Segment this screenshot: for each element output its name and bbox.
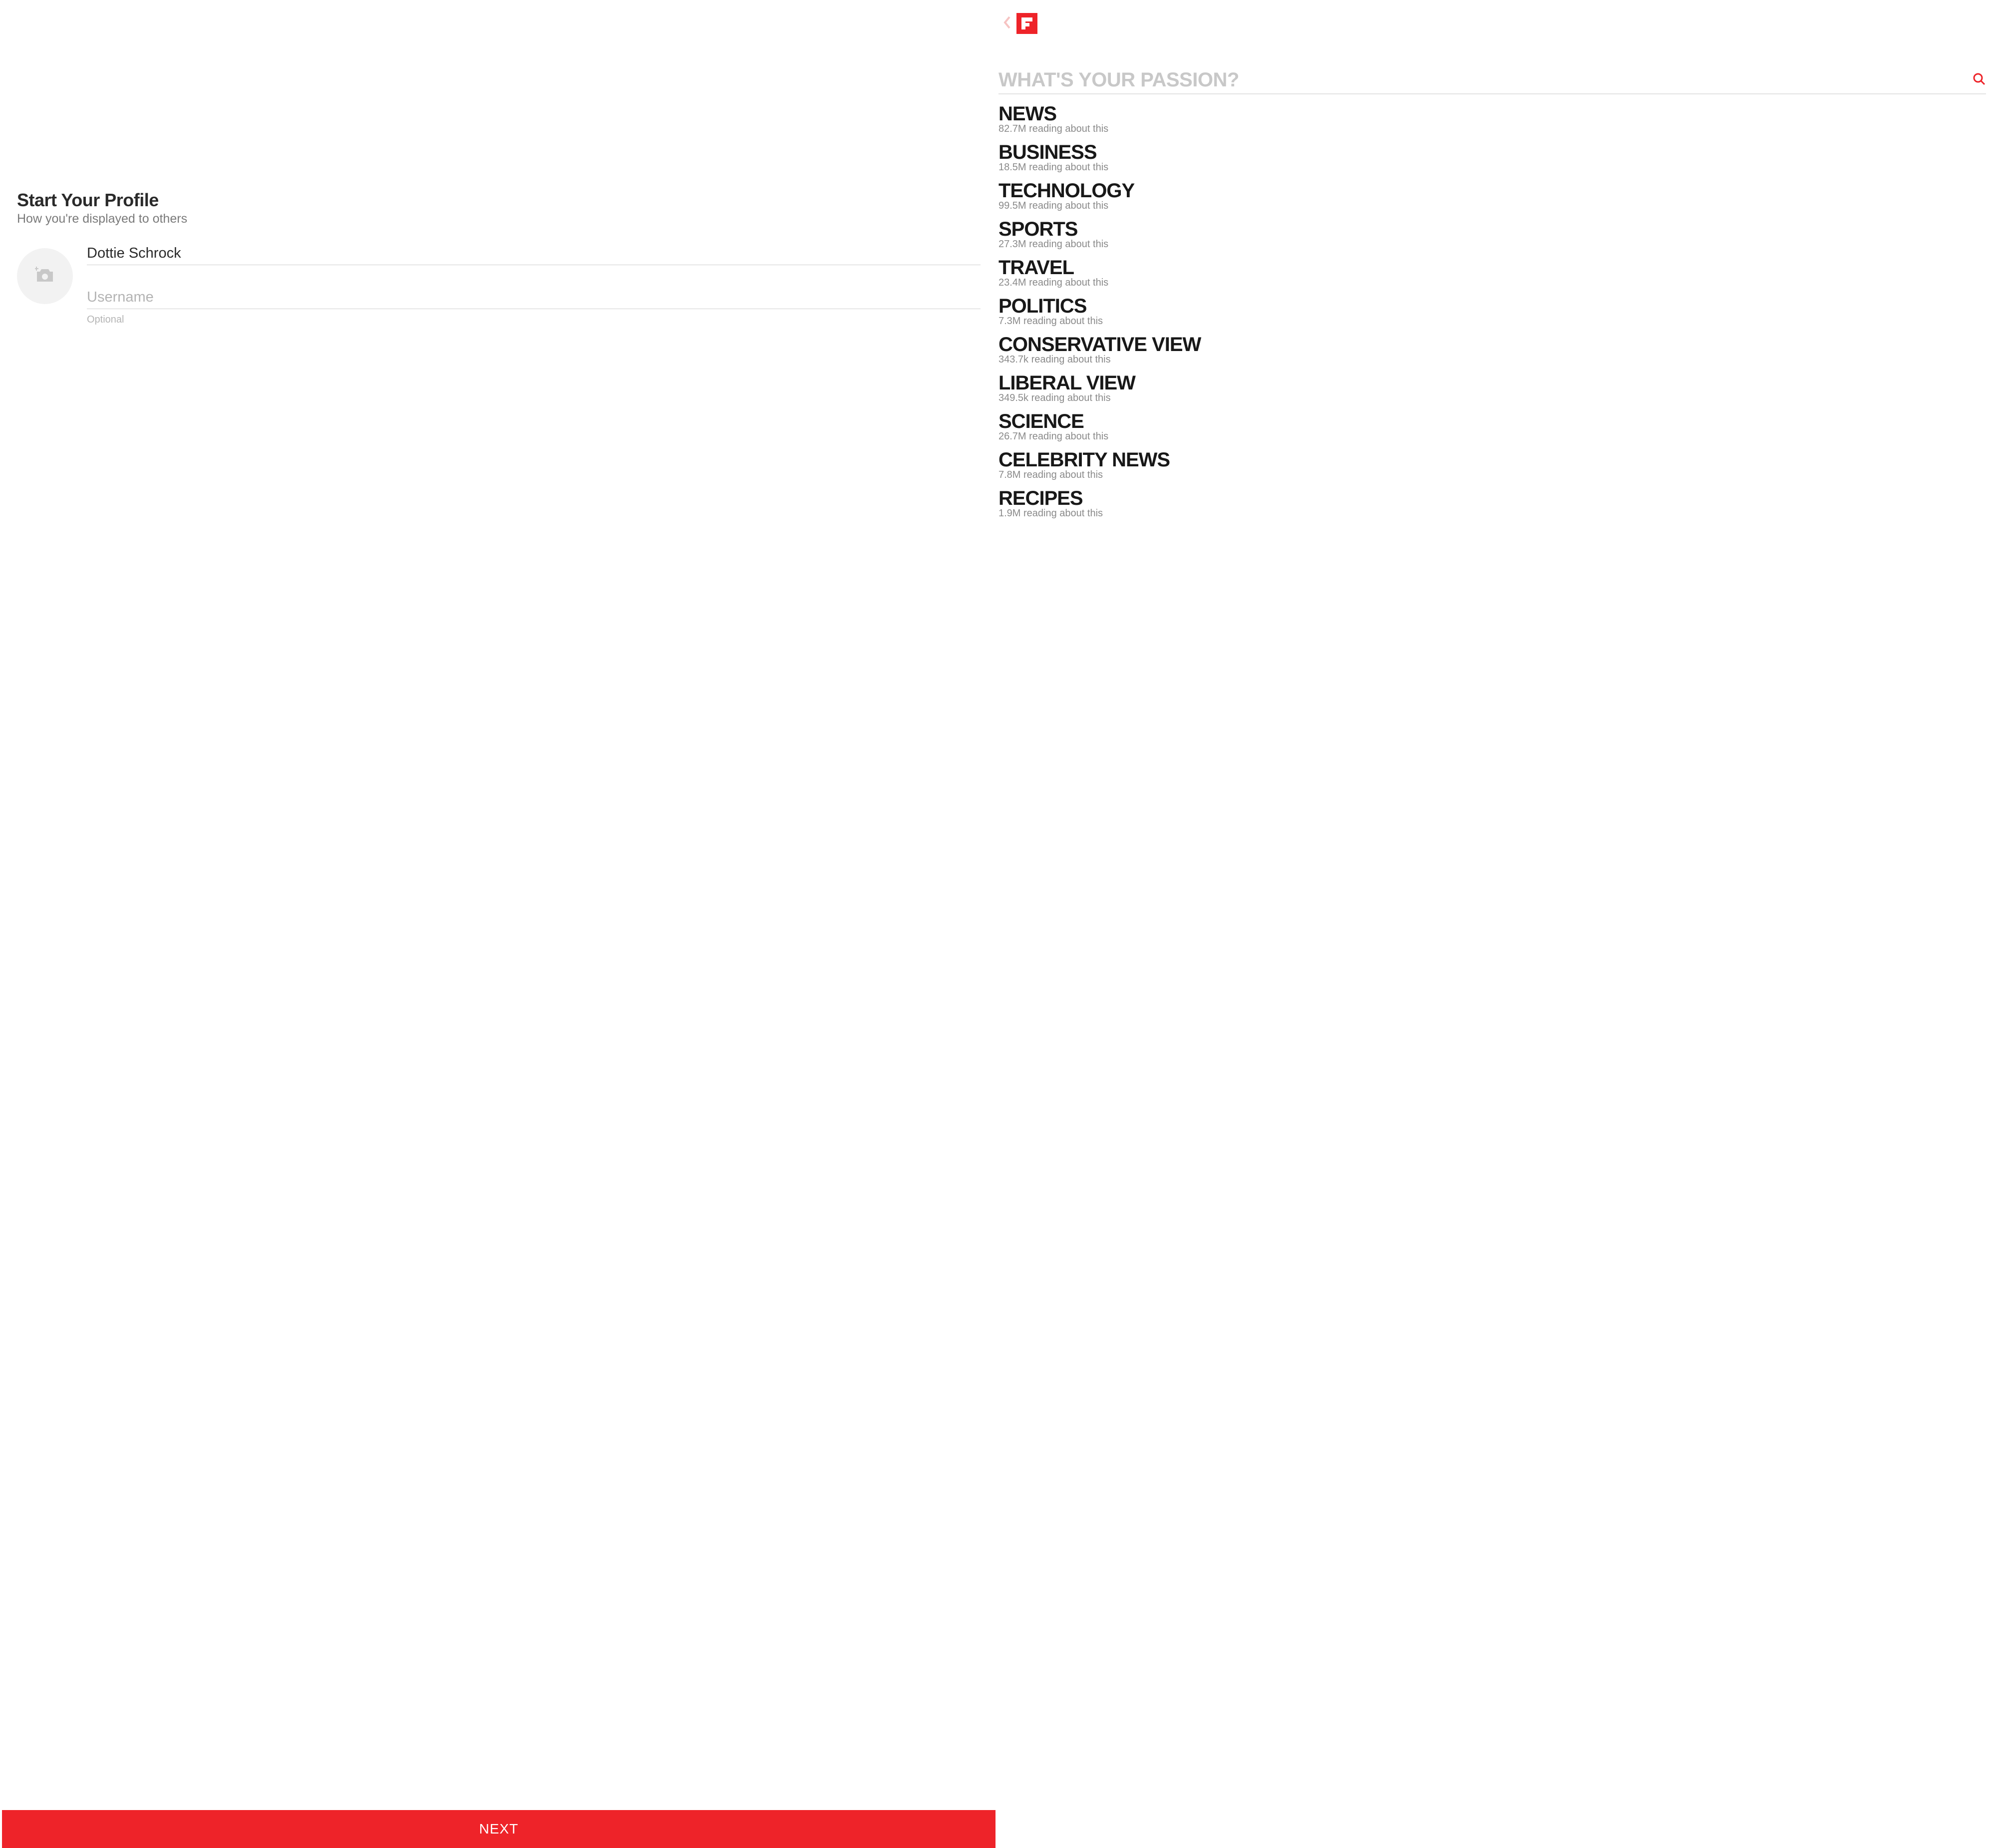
username-field: Optional [87,287,981,326]
topic-subtitle: 1.9M reading about this [998,508,1986,519]
camera-add-icon [35,267,55,286]
topic-title: SPORTS [998,219,1986,240]
topic-item[interactable]: RECIPES1.9M reading about this [998,488,1986,519]
topic-title: CELEBRITY NEWS [998,449,1986,470]
topic-title: POLITICS [998,296,1986,317]
search-icon[interactable] [1972,72,1986,88]
topic-title: TRAVEL [998,257,1986,278]
topic-subtitle: 27.3M reading about this [998,239,1986,250]
profile-header: Start Your Profile How you're displayed … [17,190,981,226]
page-subtitle: How you're displayed to others [17,212,981,226]
display-name-field [87,243,981,265]
username-input[interactable] [87,287,981,309]
topic-subtitle: 349.5k reading about this [998,392,1986,404]
topic-item[interactable]: TRAVEL23.4M reading about this [998,257,1986,289]
flipboard-logo-icon [1016,13,1037,34]
topic-subtitle: 7.3M reading about this [998,316,1986,327]
topic-item[interactable]: SCIENCE26.7M reading about this [998,411,1986,442]
topic-title: CONSERVATIVE VIEW [998,334,1986,355]
topic-title: NEWS [998,103,1986,124]
topic-subtitle: 82.7M reading about this [998,123,1986,135]
profile-row: Optional [17,250,981,326]
avatar-upload[interactable] [17,248,73,304]
next-button[interactable]: NEXT [2,1810,996,1848]
topic-subtitle: 26.7M reading about this [998,431,1986,442]
topic-title: SCIENCE [998,411,1986,432]
passion-picker-pane: NEWS82.7M reading about this BUSINESS18.5… [996,0,1991,1848]
topic-subtitle: 99.5M reading about this [998,200,1986,212]
topic-item[interactable]: NEWS82.7M reading about this [998,103,1986,135]
topic-title: RECIPES [998,488,1986,509]
topic-item[interactable]: LIBERAL VIEW349.5k reading about this [998,372,1986,404]
topic-subtitle: 23.4M reading about this [998,277,1986,289]
brand-bar [998,13,1986,34]
display-name-input[interactable] [87,243,981,265]
username-helper: Optional [87,314,981,326]
topic-list: NEWS82.7M reading about this BUSINESS18.5… [998,103,1986,519]
back-chevron-icon[interactable] [1003,16,1011,31]
topic-item[interactable]: CELEBRITY NEWS7.8M reading about this [998,449,1986,481]
app-root: Start Your Profile How you're displayed … [0,0,1991,1848]
passion-search-row [998,69,1986,94]
topic-title: BUSINESS [998,142,1986,163]
topic-subtitle: 7.8M reading about this [998,469,1986,481]
topic-item[interactable]: CONSERVATIVE VIEW343.7k reading about th… [998,334,1986,366]
topic-item[interactable]: BUSINESS18.5M reading about this [998,142,1986,173]
topic-subtitle: 343.7k reading about this [998,354,1986,366]
topic-item[interactable]: SPORTS27.3M reading about this [998,219,1986,250]
topic-title: LIBERAL VIEW [998,372,1986,393]
topic-item[interactable]: TECHNOLOGY99.5M reading about this [998,180,1986,212]
topic-title: TECHNOLOGY [998,180,1986,201]
topic-item[interactable]: POLITICS7.3M reading about this [998,296,1986,327]
passion-search-input[interactable] [998,69,1972,91]
profile-fields: Optional [87,243,981,326]
profile-setup-pane: Start Your Profile How you're displayed … [0,0,996,1848]
page-title: Start Your Profile [17,190,981,211]
topic-subtitle: 18.5M reading about this [998,162,1986,173]
